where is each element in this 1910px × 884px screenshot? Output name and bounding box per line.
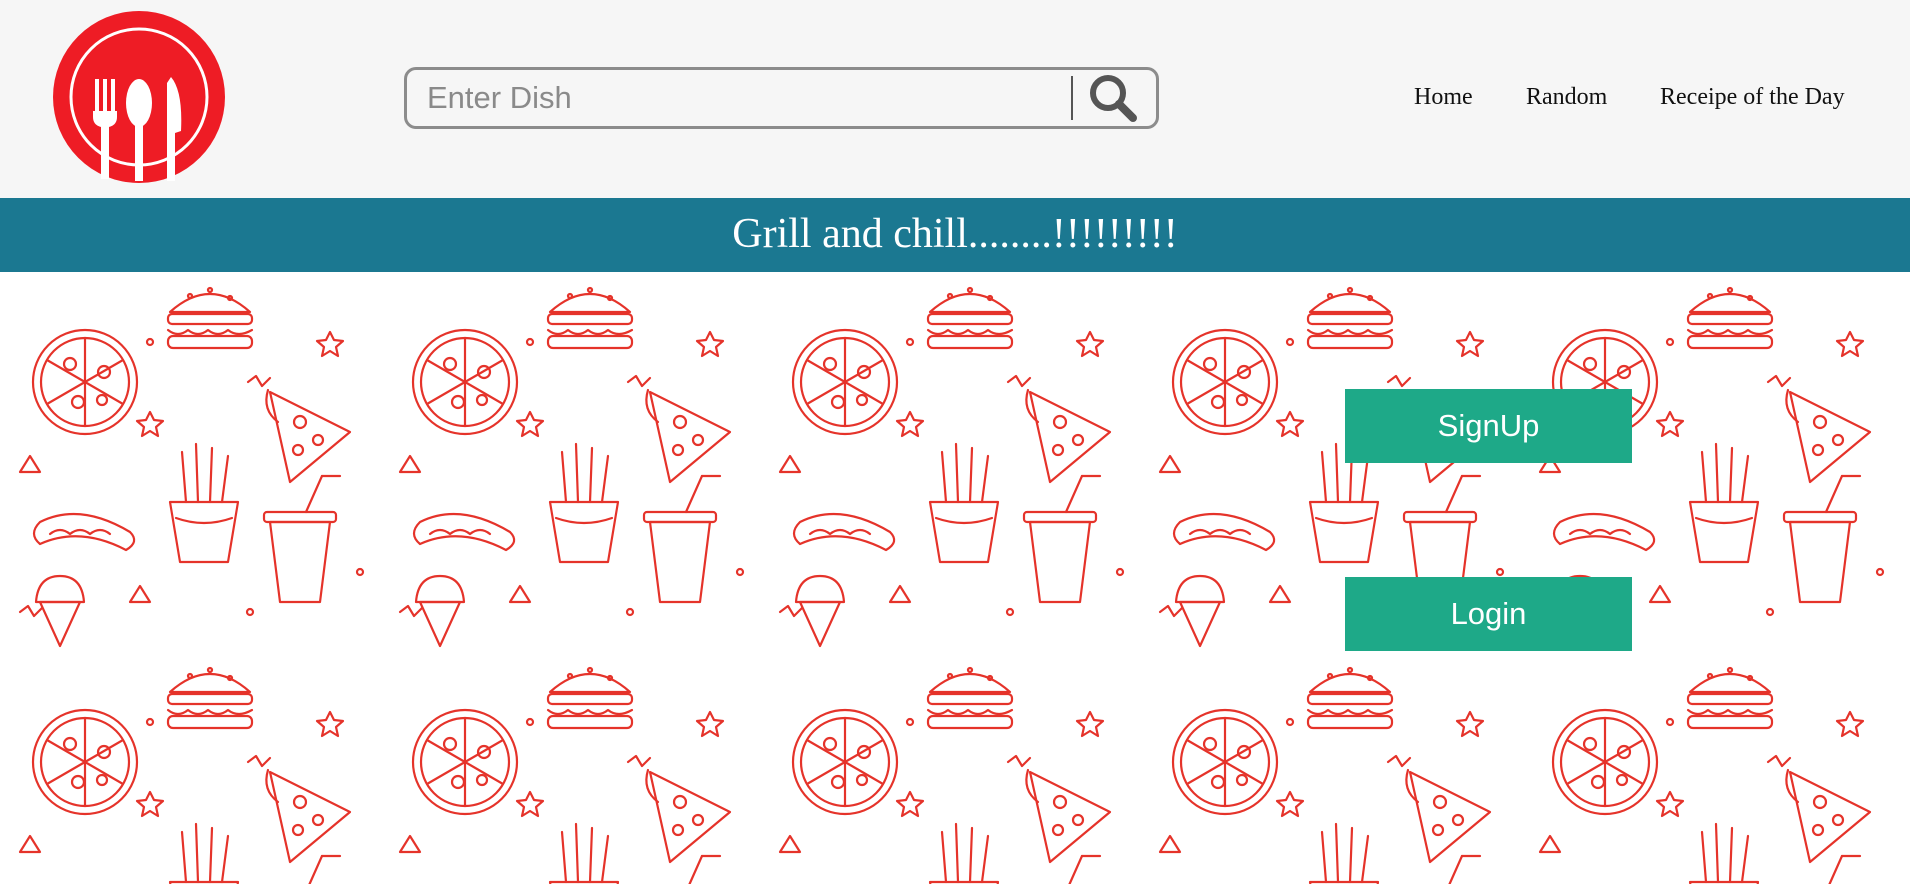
hero-section: SignUp Login	[0, 272, 1910, 884]
nav-home[interactable]: Home	[1414, 84, 1473, 111]
site-header: Home Random Receipe of the Day	[0, 0, 1910, 198]
logo[interactable]	[53, 11, 225, 183]
plate-cutlery-icon	[53, 11, 225, 183]
banner-title: Grill and chill........!!!!!!!!!	[732, 211, 1178, 257]
search-button[interactable]	[1083, 72, 1143, 124]
banner: Grill and chill........!!!!!!!!!	[0, 198, 1910, 272]
search-icon	[1090, 75, 1137, 122]
nav-recipe-of-the-day[interactable]: Receipe of the Day	[1660, 84, 1845, 111]
signup-button[interactable]: SignUp	[1345, 389, 1632, 463]
nav-random[interactable]: Random	[1526, 84, 1607, 111]
search-divider	[1071, 76, 1073, 120]
login-button[interactable]: Login	[1345, 577, 1632, 651]
search-box	[404, 67, 1159, 129]
search-input[interactable]	[427, 70, 1057, 126]
